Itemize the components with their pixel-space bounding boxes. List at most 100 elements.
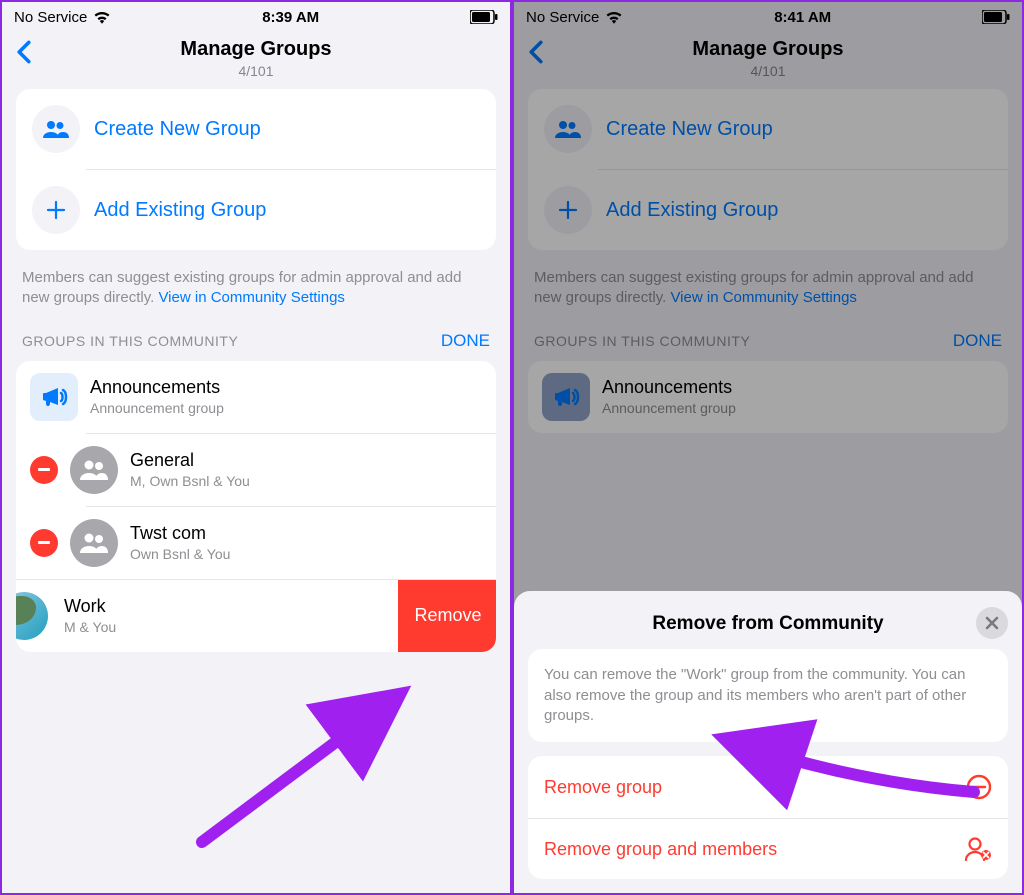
group-avatar-work bbox=[16, 592, 48, 640]
groups-list: Announcements Announcement group bbox=[528, 361, 1008, 433]
close-button[interactable] bbox=[976, 607, 1008, 639]
remove-group-members-action[interactable]: Remove group and members bbox=[528, 818, 1008, 879]
status-right bbox=[470, 10, 498, 24]
community-settings-link[interactable]: View in Community Settings bbox=[670, 289, 856, 306]
section-title: GROUPS IN THIS COMMUNITY bbox=[22, 333, 238, 349]
people-icon bbox=[43, 120, 69, 138]
minus-circle-icon bbox=[966, 774, 992, 800]
nav-header: Manage Groups 4/101 bbox=[514, 32, 1022, 89]
group-avatar bbox=[70, 519, 118, 567]
group-subtitle: Own Bsnl & You bbox=[130, 546, 482, 562]
remove-group-members-label: Remove group and members bbox=[544, 839, 777, 860]
row-text: Work M & You bbox=[64, 596, 396, 635]
remove-group-action[interactable]: Remove group bbox=[528, 756, 1008, 818]
sheet-header: Remove from Community bbox=[528, 605, 1008, 649]
remove-button[interactable]: Remove bbox=[398, 580, 496, 652]
action-card: Create New Group Add Existing Group bbox=[528, 89, 1008, 250]
megaphone-avatar bbox=[30, 373, 78, 421]
wifi-icon bbox=[93, 10, 111, 24]
group-avatar bbox=[70, 446, 118, 494]
status-right bbox=[982, 10, 1010, 24]
create-new-group-row[interactable]: Create New Group bbox=[528, 89, 1008, 169]
people-icon-circle bbox=[32, 105, 80, 153]
delete-minus-button[interactable] bbox=[30, 529, 58, 557]
clock: 8:41 AM bbox=[774, 9, 831, 26]
carrier-text: No Service bbox=[526, 9, 599, 26]
battery-icon bbox=[982, 10, 1010, 24]
close-icon bbox=[985, 616, 999, 630]
status-bar: No Service 8:41 AM bbox=[514, 2, 1022, 32]
row-text: General M, Own Bsnl & You bbox=[130, 450, 482, 489]
page-subtitle: 4/101 bbox=[692, 63, 843, 79]
section-header: GROUPS IN THIS COMMUNITY DONE bbox=[528, 331, 1008, 361]
add-existing-group-row[interactable]: Add Existing Group bbox=[16, 170, 496, 250]
plus-icon-circle bbox=[32, 186, 80, 234]
plus-icon-circle bbox=[544, 186, 592, 234]
phone-screen-right: No Service 8:41 AM Manage Groups 4/101 C… bbox=[512, 0, 1024, 895]
people-icon-circle bbox=[544, 105, 592, 153]
person-remove-icon bbox=[964, 837, 992, 861]
status-bar: No Service 8:39 AM bbox=[2, 2, 510, 32]
chevron-left-icon bbox=[528, 40, 544, 64]
done-button[interactable]: DONE bbox=[953, 331, 1002, 351]
hint-text: Members can suggest existing groups for … bbox=[16, 250, 496, 331]
sheet-title: Remove from Community bbox=[652, 613, 883, 635]
groups-list: Announcements Announcement group General… bbox=[16, 361, 496, 652]
group-row-announcements[interactable]: Announcements Announcement group bbox=[16, 361, 496, 433]
add-existing-label: Add Existing Group bbox=[94, 199, 266, 222]
back-button[interactable] bbox=[16, 40, 32, 64]
page-title: Manage Groups bbox=[180, 38, 331, 61]
add-existing-label: Add Existing Group bbox=[606, 199, 778, 222]
content-area: Create New Group Add Existing Group Memb… bbox=[2, 89, 510, 893]
group-subtitle: M, Own Bsnl & You bbox=[130, 473, 482, 489]
community-settings-link[interactable]: View in Community Settings bbox=[158, 289, 344, 306]
group-title: Announcements bbox=[90, 377, 482, 398]
row-text: Twst com Own Bsnl & You bbox=[130, 523, 482, 562]
create-new-group-row[interactable]: Create New Group bbox=[16, 89, 496, 169]
action-card: Create New Group Add Existing Group bbox=[16, 89, 496, 250]
sheet-info: You can remove the "Work" group from the… bbox=[528, 649, 1008, 742]
group-subtitle: Announcement group bbox=[602, 400, 994, 416]
clock: 8:39 AM bbox=[262, 9, 319, 26]
phone-screen-left: No Service 8:39 AM Manage Groups 4/101 C… bbox=[0, 0, 512, 895]
group-subtitle: Announcement group bbox=[90, 400, 482, 416]
megaphone-avatar bbox=[542, 373, 590, 421]
plus-icon bbox=[558, 200, 578, 220]
group-row-announcements[interactable]: Announcements Announcement group bbox=[528, 361, 1008, 433]
status-left: No Service bbox=[14, 9, 111, 26]
group-title: General bbox=[130, 450, 482, 471]
title-block: Manage Groups 4/101 bbox=[692, 38, 843, 79]
hint-text: Members can suggest existing groups for … bbox=[528, 250, 1008, 331]
megaphone-icon bbox=[552, 385, 580, 409]
add-existing-group-row[interactable]: Add Existing Group bbox=[528, 170, 1008, 250]
row-text: Announcements Announcement group bbox=[90, 377, 482, 416]
people-icon bbox=[80, 533, 108, 553]
done-button[interactable]: DONE bbox=[441, 331, 490, 351]
page-subtitle: 4/101 bbox=[180, 63, 331, 79]
sheet-actions: Remove group Remove group and members bbox=[528, 756, 1008, 879]
status-left: No Service bbox=[526, 9, 623, 26]
carrier-text: No Service bbox=[14, 9, 87, 26]
remove-sheet: Remove from Community You can remove the… bbox=[514, 591, 1022, 893]
nav-header: Manage Groups 4/101 bbox=[2, 32, 510, 89]
wifi-icon bbox=[605, 10, 623, 24]
back-button[interactable] bbox=[528, 40, 544, 64]
group-row-twst[interactable]: Twst com Own Bsnl & You bbox=[16, 507, 496, 579]
row-text: Announcements Announcement group bbox=[602, 377, 994, 416]
title-block: Manage Groups 4/101 bbox=[180, 38, 331, 79]
page-title: Manage Groups bbox=[692, 38, 843, 61]
group-row-work[interactable]: Work M & You Remove bbox=[16, 580, 496, 652]
plus-icon bbox=[46, 200, 66, 220]
chevron-left-icon bbox=[16, 40, 32, 64]
section-title: GROUPS IN THIS COMMUNITY bbox=[534, 333, 750, 349]
delete-minus-button[interactable] bbox=[30, 456, 58, 484]
group-title: Twst com bbox=[130, 523, 482, 544]
group-title: Work bbox=[64, 596, 396, 617]
section-header: GROUPS IN THIS COMMUNITY DONE bbox=[16, 331, 496, 361]
group-row-general[interactable]: General M, Own Bsnl & You bbox=[16, 434, 496, 506]
megaphone-icon bbox=[40, 385, 68, 409]
group-title: Announcements bbox=[602, 377, 994, 398]
remove-group-label: Remove group bbox=[544, 777, 662, 798]
group-subtitle: M & You bbox=[64, 619, 396, 635]
remove-label: Remove bbox=[414, 605, 481, 626]
